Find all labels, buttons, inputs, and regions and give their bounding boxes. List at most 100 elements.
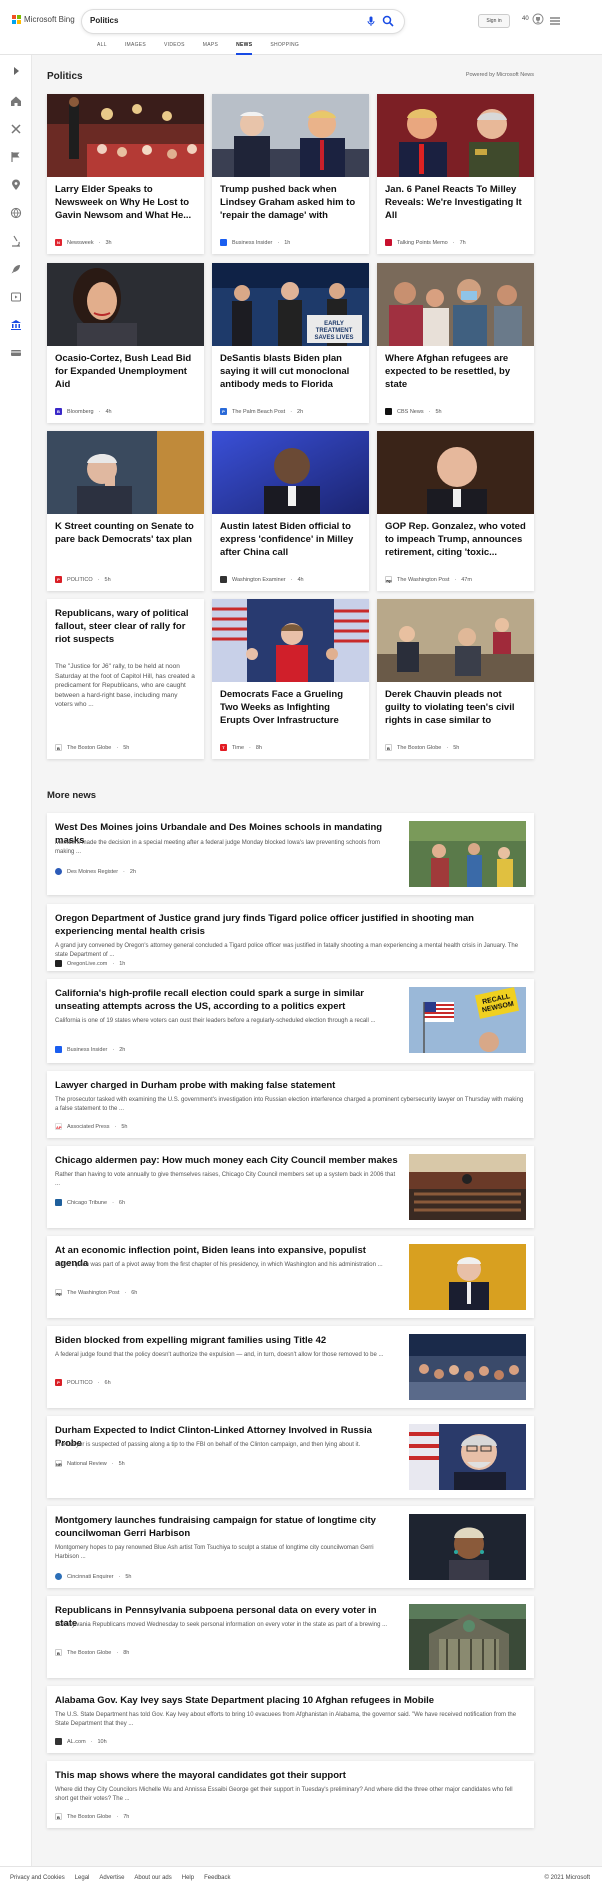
rewards-points[interactable]: 40 (522, 16, 529, 22)
tab-maps[interactable]: MAPS (194, 42, 227, 55)
rewards-trophy-icon[interactable] (532, 13, 544, 25)
news-card[interactable]: Larry Elder Speaks to Newsweek on Why He… (47, 94, 204, 254)
footer-link-about-ads[interactable]: About our ads (134, 1875, 171, 1881)
top-bar: Microsoft Bing Politics Sign in 40 ALL I… (0, 0, 602, 55)
news-card[interactable]: K Street counting on Senate to pare back… (47, 431, 204, 591)
publish-time: 4h (105, 408, 112, 415)
more-news-item[interactable]: Biden blocked from expelling migrant fam… (47, 1326, 534, 1408)
news-headline[interactable]: Where Afghan refugees are expected to be… (385, 352, 526, 391)
news-headline[interactable]: GOP Rep. Gonzalez, who voted to impeach … (385, 520, 526, 559)
news-headline[interactable]: Lawyer charged in Durham probe with maki… (55, 1079, 526, 1092)
more-news-item[interactable]: California's high-profile recall electio… (47, 979, 534, 1063)
search-input[interactable]: Politics (90, 16, 118, 25)
rocket-icon[interactable] (10, 263, 22, 275)
news-card[interactable]: GOP Rep. Gonzalez, who voted to impeach … (377, 431, 534, 591)
news-card[interactable]: Republicans, wary of political fallout, … (47, 599, 204, 759)
publish-time: 3h (105, 239, 112, 246)
footer-link-help[interactable]: Help (182, 1875, 194, 1881)
copyright: © 2021 Microsoft (544, 1875, 590, 1881)
tab-news[interactable]: NEWS (227, 42, 261, 55)
news-source: B The Boston Globe · 8h (55, 1649, 129, 1656)
news-image (47, 431, 204, 514)
footer-link-advertise[interactable]: Advertise (99, 1875, 124, 1881)
news-headline[interactable]: DeSantis blasts Biden plan saying it wil… (220, 352, 361, 391)
expand-arrow-icon[interactable] (10, 65, 22, 77)
tab-shopping[interactable]: SHOPPING (261, 42, 308, 55)
tab-all[interactable]: ALL (88, 42, 116, 55)
more-news-item[interactable]: Alabama Gov. Kay Ivey says State Departm… (47, 1686, 534, 1753)
search-icon[interactable] (382, 15, 394, 27)
news-source: AP Associated Press · 5h (55, 1123, 128, 1130)
bing-logo[interactable]: Microsoft Bing (12, 15, 75, 24)
politics-building-icon[interactable] (10, 319, 22, 331)
microscope-icon[interactable] (10, 235, 22, 247)
news-card[interactable]: Derek Chauvin pleads not guilty to viola… (377, 599, 534, 759)
news-source: B The Boston Globe · 5h (385, 744, 459, 751)
news-card[interactable]: Austin latest Biden official to express … (212, 431, 369, 591)
publish-time: 10h (97, 1738, 107, 1745)
news-headline[interactable]: Oregon Department of Justice grand jury … (55, 912, 526, 938)
more-news-item[interactable]: West Des Moines joins Urbandale and Des … (47, 813, 534, 895)
news-headline[interactable]: Montgomery launches fundraising campaign… (55, 1514, 399, 1540)
news-source: Chicago Tribune · 6h (55, 1199, 125, 1206)
news-card[interactable]: Trump pushed back when Lindsey Graham as… (212, 94, 369, 254)
globe-icon[interactable] (10, 207, 22, 219)
more-news-item[interactable]: Durham Expected to Indict Clinton-Linked… (47, 1416, 534, 1498)
newsweek-logo-icon: N (55, 239, 62, 246)
news-headline[interactable]: Chicago aldermen pay: How much money eac… (55, 1154, 399, 1167)
news-image (212, 94, 369, 177)
search-box[interactable]: Politics (82, 10, 404, 33)
news-headline[interactable]: Ocasio-Cortez, Bush Lead Bid for Expande… (55, 352, 196, 391)
more-news-item[interactable]: Lawyer charged in Durham probe with maki… (47, 1071, 534, 1138)
sign-in-button[interactable]: Sign in (478, 14, 510, 28)
news-headline[interactable]: Larry Elder Speaks to Newsweek on Why He… (55, 183, 196, 222)
news-card[interactable]: Where Afghan refugees are expected to be… (377, 263, 534, 423)
source-name: Washington Examiner (232, 576, 286, 583)
crossed-tools-icon[interactable] (10, 123, 22, 135)
news-headline[interactable]: Republicans, wary of political fallout, … (55, 607, 196, 646)
tab-videos[interactable]: VIDEOS (155, 42, 194, 55)
news-card[interactable]: EARLY TREATMENT SAVES LIVES DeSantis blast… (212, 263, 369, 423)
money-icon[interactable] (10, 347, 22, 359)
more-news-item[interactable]: Montgomery launches fundraising campaign… (47, 1506, 534, 1588)
news-thumbnail (409, 1244, 526, 1310)
tab-images[interactable]: IMAGES (116, 42, 155, 55)
home-icon[interactable] (10, 95, 22, 107)
news-headline[interactable]: Alabama Gov. Kay Ivey says State Departm… (55, 1694, 526, 1707)
news-thumbnail (409, 821, 526, 887)
microphone-icon[interactable] (366, 16, 376, 26)
news-headline[interactable]: Jan. 6 Panel Reacts To Milley Reveals: W… (385, 183, 526, 222)
flag-icon[interactable] (10, 151, 22, 163)
tpm-logo-icon (385, 239, 392, 246)
source-name: The Boston Globe (67, 744, 112, 751)
news-image (212, 431, 369, 514)
news-headline[interactable]: K Street counting on Senate to pare back… (55, 520, 196, 546)
publish-time: 8h (123, 1649, 130, 1656)
film-icon[interactable] (10, 291, 22, 303)
news-headline[interactable]: California's high-profile recall electio… (55, 987, 399, 1013)
cincinnati-enquirer-logo-icon (55, 1573, 62, 1580)
more-news-item[interactable]: Oregon Department of Justice grand jury … (47, 904, 534, 971)
news-source: P POLITICO · 5h (55, 576, 111, 583)
more-news-item[interactable]: Chicago aldermen pay: How much money eac… (47, 1146, 534, 1228)
news-headline[interactable]: Trump pushed back when Lindsey Graham as… (220, 183, 361, 223)
news-card[interactable]: Ocasio-Cortez, Bush Lead Bid for Expande… (47, 263, 204, 423)
news-image (212, 599, 369, 682)
source-name: OregonLive.com (67, 960, 108, 967)
more-news-item[interactable]: Republicans in Pennsylvania subpoena per… (47, 1596, 534, 1678)
footer-link-feedback[interactable]: Feedback (204, 1875, 230, 1881)
hamburger-menu-icon[interactable] (550, 17, 560, 25)
footer-link-privacy[interactable]: Privacy and Cookies (10, 1875, 65, 1881)
news-headline[interactable]: Derek Chauvin pleads not guilty to viola… (385, 688, 526, 728)
news-headline[interactable]: This map shows where the mayoral candida… (55, 1769, 526, 1782)
news-card[interactable]: Jan. 6 Panel Reacts To Milley Reveals: W… (377, 94, 534, 254)
powered-by-label[interactable]: Powered by Microsoft News (466, 72, 534, 78)
news-headline[interactable]: Democrats Face a Grueling Two Weeks as I… (220, 688, 361, 727)
more-news-item[interactable]: This map shows where the mayoral candida… (47, 1761, 534, 1828)
news-headline[interactable]: Biden blocked from expelling migrant fam… (55, 1334, 399, 1347)
news-headline[interactable]: Austin latest Biden official to express … (220, 520, 361, 559)
location-pin-icon[interactable] (10, 179, 22, 191)
more-news-item[interactable]: At an economic inflection point, Biden l… (47, 1236, 534, 1318)
footer-link-legal[interactable]: Legal (75, 1875, 90, 1881)
news-card[interactable]: Democrats Face a Grueling Two Weeks as I… (212, 599, 369, 759)
